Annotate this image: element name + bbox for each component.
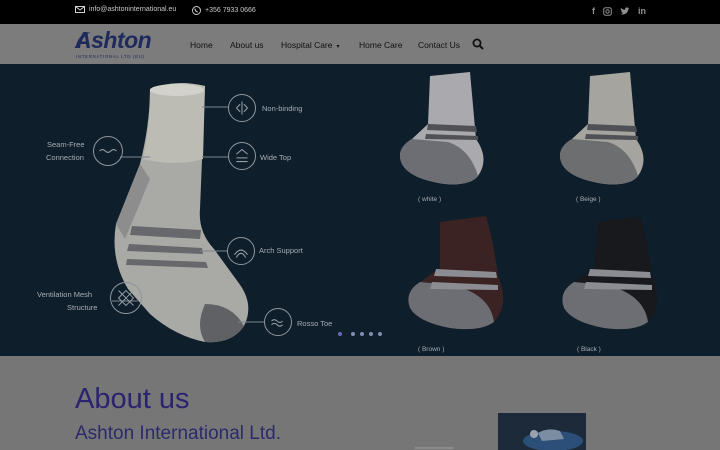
top-bar: info@ashtoninternational.eu +356 7933 06…	[0, 0, 720, 24]
linkedin-icon[interactable]: in	[638, 6, 646, 17]
search-icon[interactable]	[472, 38, 484, 50]
facebook-icon[interactable]: f	[592, 6, 595, 17]
feature-arch-support: Arch Support	[259, 246, 303, 255]
instagram-icon[interactable]	[603, 7, 612, 16]
seam-free-icon	[93, 136, 123, 166]
feature-non-binding: Non-binding	[262, 104, 303, 113]
slider-pagination	[338, 332, 382, 336]
variant-label-beige: ( Beige )	[576, 196, 601, 203]
non-binding-icon	[228, 94, 256, 122]
phone-icon	[192, 6, 201, 15]
rosso-toe-icon	[264, 308, 292, 336]
brand-name: Ashton	[75, 27, 152, 53]
about-divider	[415, 447, 453, 449]
variant-label-white: ( white )	[418, 196, 442, 203]
about-heading: About us	[75, 383, 190, 415]
chevron-down-icon: ▾	[336, 44, 340, 50]
ventilation-mesh-icon	[110, 282, 142, 314]
nav-hospital-care[interactable]: Hospital Care ▾	[281, 40, 340, 50]
about-subheading: Ashton International Ltd.	[75, 423, 281, 444]
twitter-icon[interactable]	[620, 7, 630, 16]
email-contact[interactable]: info@ashtoninternational.eu	[75, 6, 176, 13]
variant-label-brown: ( Brown )	[418, 346, 445, 353]
nav-about-us[interactable]: About us	[230, 40, 264, 50]
brand-tagline: INTERNATIONAL LTD (EU)	[76, 54, 145, 59]
feature-rosso-toe: Rosso Toe	[297, 319, 333, 328]
envelope-icon	[75, 6, 85, 13]
phone-contact[interactable]: +356 7933 0666	[192, 6, 256, 15]
feature-connection: Connection	[46, 153, 84, 162]
feature-seam-free: Seam-Free	[47, 140, 85, 149]
variant-black-sock	[562, 216, 658, 330]
hero-illustration	[112, 72, 658, 343]
phone-link[interactable]: +356 7933 0666	[205, 7, 256, 14]
feature-ventilation-mesh: Ventilation Mesh	[37, 290, 93, 299]
slide-dot-4[interactable]	[369, 332, 373, 336]
nav-hospital-care-label: Hospital Care	[281, 40, 333, 50]
slide-dot-1[interactable]	[338, 332, 342, 336]
wide-top-icon	[228, 142, 256, 170]
slide-dot-5[interactable]	[378, 332, 382, 336]
brand-logo[interactable]: Ashton INTERNATIONAL LTD (EU)	[75, 27, 159, 60]
nav-contact-us[interactable]: Contact Us	[418, 40, 460, 50]
variant-white-sock	[399, 72, 484, 185]
nav-home[interactable]: Home	[190, 40, 213, 50]
hero-slider[interactable]: Non-binding Wide Top Arch Support Rosso …	[0, 64, 720, 356]
feature-structure: Structure	[67, 303, 98, 312]
main-navbar: Ashton INTERNATIONAL LTD (EU) Home About…	[0, 24, 720, 64]
feature-wide-top: Wide Top	[260, 153, 292, 162]
social-links: f in	[592, 6, 646, 17]
email-link[interactable]: info@ashtoninternational.eu	[89, 6, 176, 13]
about-hospital-photo	[498, 413, 586, 450]
slide-dot-3[interactable]	[360, 332, 364, 336]
nav-home-care[interactable]: Home Care	[359, 40, 402, 50]
variant-brown-sock	[408, 216, 504, 330]
slide-dot-2[interactable]	[351, 332, 355, 336]
variant-beige-sock	[559, 72, 644, 185]
variant-label-black: ( Black )	[577, 346, 601, 353]
arch-support-icon	[227, 237, 255, 265]
